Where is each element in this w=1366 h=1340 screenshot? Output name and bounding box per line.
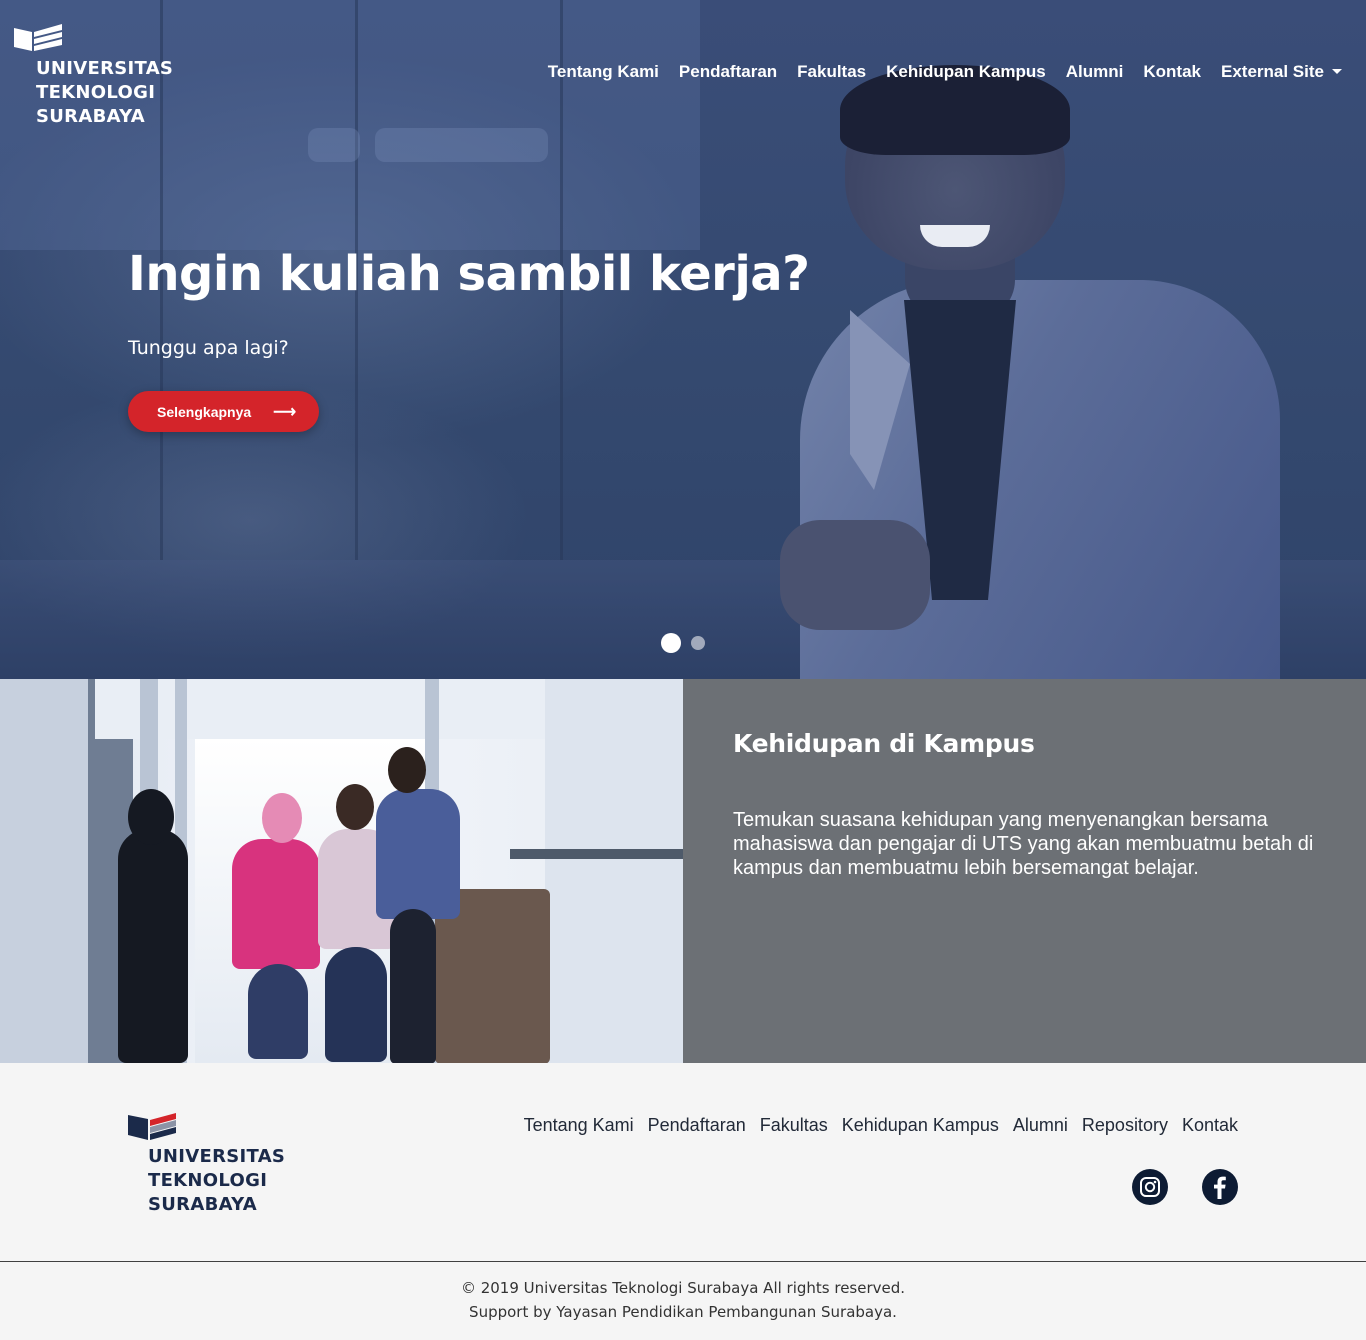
book-logo-icon: [14, 24, 62, 51]
nav-external-site-dropdown[interactable]: External Site: [1221, 62, 1342, 82]
carousel-dot-2[interactable]: [691, 636, 705, 650]
logo-line-2: TEKNOLOGI: [36, 82, 156, 103]
nav-pendaftaran[interactable]: Pendaftaran: [679, 62, 777, 82]
footer-nav-tentang-kami[interactable]: Tentang Kami: [524, 1115, 634, 1136]
footer-logo-line-2: TEKNOLOGI: [148, 1170, 268, 1191]
copyright-text: © 2019 Universitas Teknologi Surabaya Al…: [460, 1279, 906, 1297]
campus-description: Temukan suasana kehidupan yang menyenang…: [733, 809, 1314, 879]
hero-title: Ingin kuliah sambil kerja?: [128, 246, 810, 302]
logo-line-1: UNIVERSITAS: [36, 58, 174, 79]
nav-tentang-kami[interactable]: Tentang Kami: [548, 62, 659, 82]
selengkapnya-label: Selengkapnya: [157, 403, 252, 420]
campus-life-panel: Kehidupan di Kampus Temukan suasana kehi…: [683, 679, 1366, 1063]
copyright-bar: © 2019 Universitas Teknologi Surabaya Al…: [0, 1261, 1366, 1340]
footer-logo-line-3: SURABAYA: [148, 1194, 257, 1215]
logo-line-3: SURABAYA: [36, 106, 145, 127]
footer-nav-alumni[interactable]: Alumni: [1013, 1115, 1068, 1136]
caret-down-icon: [1332, 69, 1342, 74]
carousel-dot-1[interactable]: [661, 633, 681, 653]
facebook-icon[interactable]: [1202, 1169, 1238, 1205]
carousel-indicators: [661, 633, 705, 653]
campus-title: Kehidupan di Kampus: [733, 729, 1035, 758]
nav-alumni[interactable]: Alumni: [1066, 62, 1124, 82]
nav-fakultas[interactable]: Fakultas: [797, 62, 866, 82]
footer-nav-kehidupan-kampus[interactable]: Kehidupan Kampus: [842, 1115, 999, 1136]
campus-photo: [0, 679, 683, 1063]
footer-nav: Tentang Kami Pendaftaran Fakultas Kehidu…: [524, 1115, 1238, 1136]
footer-nav-fakultas[interactable]: Fakultas: [760, 1115, 828, 1136]
blur-shape: [375, 128, 548, 162]
footer-logo[interactable]: UNIVERSITAS TEKNOLOGI SURABAYA: [128, 1113, 285, 1215]
support-text: Support by Yayasan Pendidikan Pembanguna…: [469, 1303, 897, 1321]
footer-nav-repository[interactable]: Repository: [1082, 1115, 1168, 1136]
nav-kontak[interactable]: Kontak: [1143, 62, 1201, 82]
instagram-icon[interactable]: [1132, 1169, 1168, 1205]
footer-nav-pendaftaran[interactable]: Pendaftaran: [648, 1115, 746, 1136]
footer-logo-line-1: UNIVERSITAS: [148, 1146, 286, 1167]
nav-kehidupan-kampus[interactable]: Kehidupan Kampus: [886, 62, 1046, 82]
book-logo-icon: [128, 1113, 176, 1140]
footer-nav-kontak[interactable]: Kontak: [1182, 1115, 1238, 1136]
blur-shape: [308, 128, 360, 162]
hero-carousel: UNIVERSITAS TEKNOLOGI SURABAYA Tentang K…: [0, 0, 1366, 679]
hero-subtitle: Tunggu apa lagi?: [128, 337, 289, 359]
hero-photo-person: [740, 65, 1300, 679]
selengkapnya-button[interactable]: Selengkapnya ⟶: [128, 391, 319, 432]
arrow-right-icon: ⟶: [273, 403, 297, 421]
main-nav: Tentang Kami Pendaftaran Fakultas Kehidu…: [548, 62, 1342, 82]
external-site-label: External Site: [1221, 62, 1324, 81]
footer: UNIVERSITAS TEKNOLOGI SURABAYA Tentang K…: [0, 1063, 1366, 1261]
